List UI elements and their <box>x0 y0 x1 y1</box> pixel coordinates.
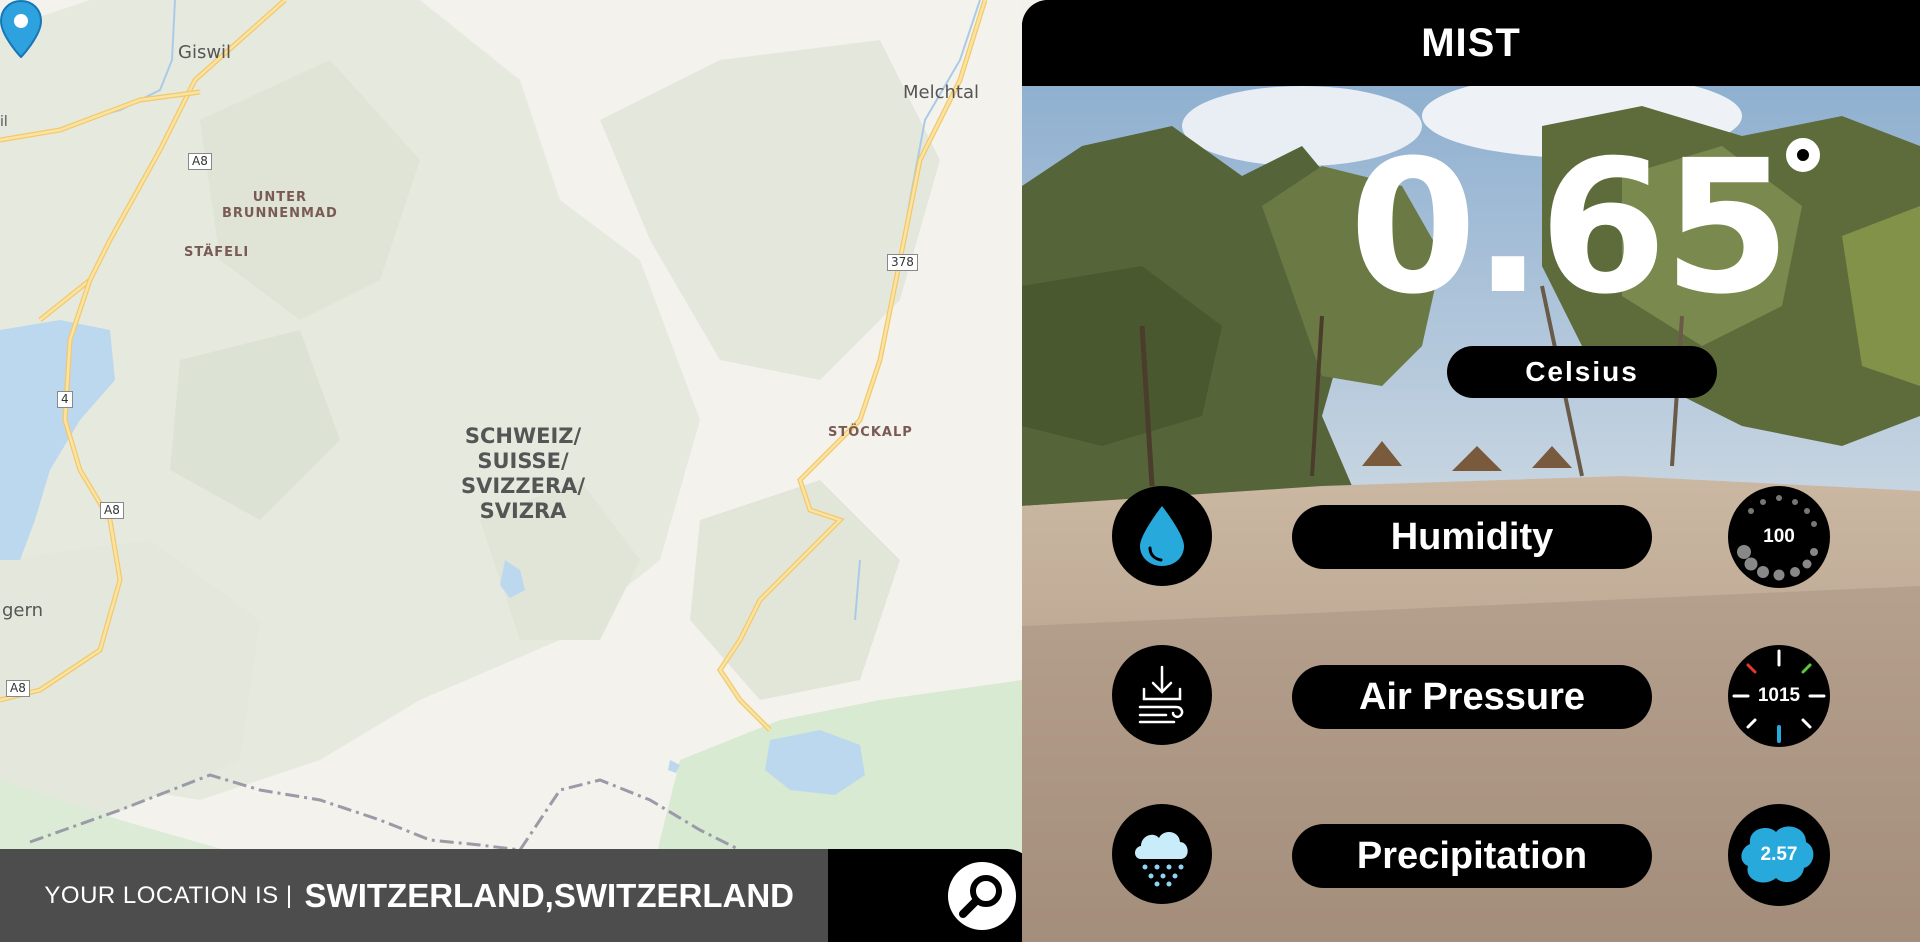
temperature-value: 0.65 <box>1349 121 1791 335</box>
weather-panel: MIST 0.65 Celsius Humidity 100 Air Press… <box>1022 0 1920 942</box>
humidity-label-pill: Humidity <box>1292 505 1652 569</box>
degree-symbol-icon <box>1786 138 1820 172</box>
map-locality-unter-brunnenmad: UNTER BRUNNENMAD <box>222 190 338 221</box>
map-locality-stockalp: STÖCKALP <box>828 425 913 440</box>
map-place-melchtal: Melchtal <box>903 82 979 103</box>
rain-cloud-icon <box>1135 832 1188 887</box>
precipitation-gauge: 2.57 <box>1728 804 1830 906</box>
map-locality-stafeli: STÄFELI <box>184 245 250 260</box>
air-pressure-icon-circle <box>1112 645 1212 745</box>
road-shield-a8: A8 <box>6 680 30 697</box>
search-icon <box>959 875 1002 918</box>
humidity-icon-circle <box>1112 486 1212 586</box>
map-place-gern: gern <box>2 600 43 621</box>
map-place-giswil: Giswil <box>178 42 232 63</box>
wind-download-icon <box>1138 665 1184 724</box>
water-drop-icon <box>1140 506 1184 566</box>
map-marker-icon[interactable] <box>0 0 42 58</box>
precipitation-label-pill: Precipitation <box>1292 824 1652 888</box>
map[interactable]: Giswil Melchtal gern il UNTER BRUNNENMAD… <box>0 0 1022 942</box>
air-pressure-label-pill: Air Pressure <box>1292 665 1652 729</box>
location-value: SWITZERLAND,SWITZERLAND <box>304 876 794 914</box>
air-pressure-gauge: 1015 <box>1728 645 1830 747</box>
weather-condition-title: MIST <box>1022 0 1920 86</box>
air-pressure-value: 1015 <box>1757 685 1801 706</box>
humidity-gauge: 100 <box>1728 486 1830 588</box>
unit-pill[interactable]: Celsius <box>1447 346 1717 398</box>
map-place-il: il <box>0 114 8 130</box>
temperature-display: 0.65 <box>1322 118 1842 338</box>
road-shield-a8: A8 <box>188 153 212 170</box>
road-shield-378: 378 <box>887 254 918 271</box>
precipitation-value: 2.57 <box>1760 844 1798 865</box>
map-country-label: SCHWEIZ/ SUISSE/ SVIZZERA/ SVIZRA <box>460 424 586 523</box>
location-bar: YOUR LOCATION IS | SWITZERLAND,SWITZERLA… <box>0 849 828 942</box>
road-shield-a8: A8 <box>100 502 124 519</box>
precipitation-icon-circle <box>1112 804 1212 904</box>
location-prefix: YOUR LOCATION IS | <box>44 881 293 909</box>
humidity-value: 100 <box>1763 526 1795 547</box>
search-button[interactable] <box>948 862 1016 930</box>
road-shield-4: 4 <box>57 391 73 408</box>
